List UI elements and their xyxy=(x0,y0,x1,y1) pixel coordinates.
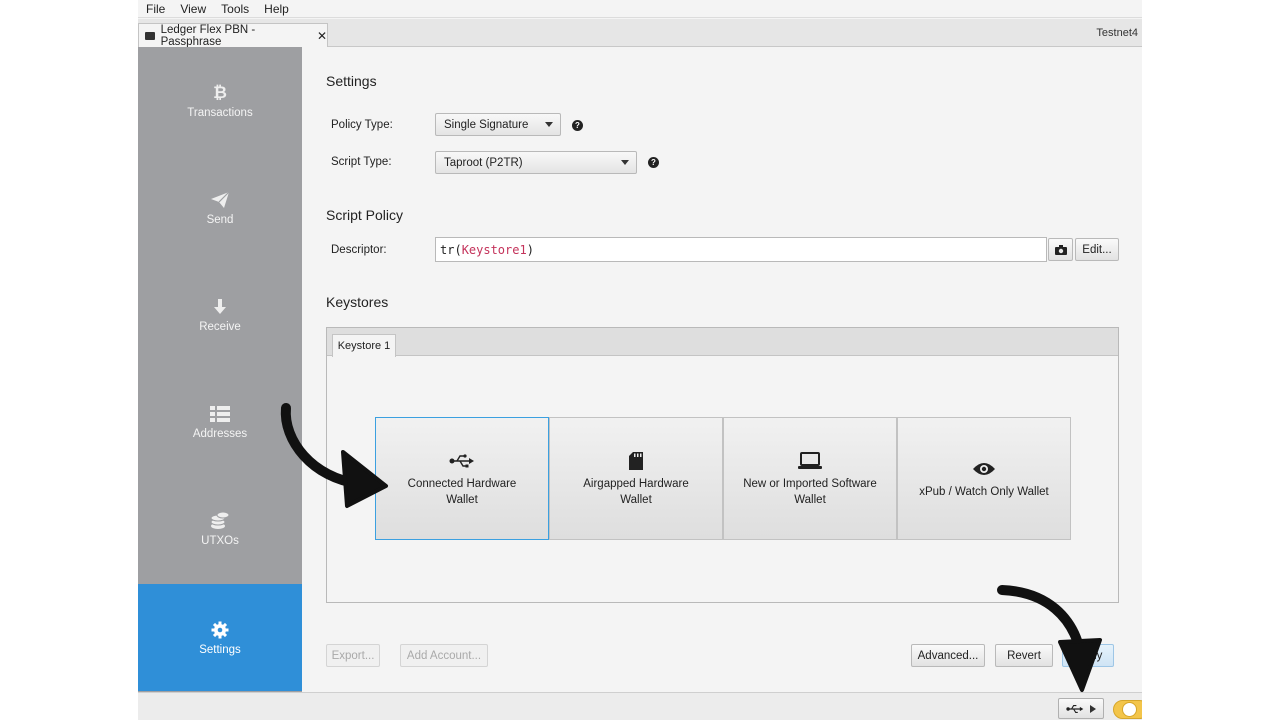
sidebar-item-addresses[interactable]: Addresses xyxy=(138,368,302,475)
policy-type-value: Single Signature xyxy=(444,118,529,131)
wallet-tab-title: Ledger Flex PBN - Passphrase xyxy=(160,23,256,48)
script-policy-heading: Script Policy xyxy=(326,207,404,223)
descriptor-label: Descriptor: xyxy=(331,244,387,256)
sidebar-item-send[interactable]: Send xyxy=(138,154,302,261)
sidebar: ₿ Transactions Send Receive Addresses UT… xyxy=(138,47,302,692)
menu-help[interactable]: Help xyxy=(264,2,289,16)
list-icon xyxy=(210,404,230,424)
connected-hardware-wallet-button[interactable]: Connected Hardware Wallet xyxy=(375,417,549,540)
sidebar-item-label: UTXOs xyxy=(201,534,239,547)
laptop-icon xyxy=(798,450,822,472)
add-account-button[interactable]: Add Account... xyxy=(400,644,488,667)
menu-view[interactable]: View xyxy=(180,2,206,16)
keystore-tab-bar: Keystore 1 xyxy=(327,328,1118,357)
sidebar-item-label: Receive xyxy=(199,320,241,333)
sidebar-item-label: Settings xyxy=(199,643,241,656)
keystores-heading: Keystores xyxy=(326,294,389,310)
status-bar xyxy=(138,692,1142,720)
option-label: New or Imported Software Wallet xyxy=(743,477,877,506)
usb-icon xyxy=(449,450,475,472)
gear-icon xyxy=(211,620,229,640)
wallet-tab-bar: Ledger Flex PBN - Passphrase ✕ Testnet4 xyxy=(138,19,1142,48)
app-window: File View Tools Help Ledger Flex PBN - P… xyxy=(138,0,1142,720)
sidebar-item-settings[interactable]: Settings xyxy=(138,584,302,691)
usb-icon xyxy=(1066,704,1084,713)
arrow-down-icon xyxy=(211,297,229,317)
chevron-down-icon xyxy=(621,160,629,165)
menu-tools[interactable]: Tools xyxy=(221,2,249,16)
descriptor-suffix: ) xyxy=(526,242,534,257)
airgapped-hardware-wallet-button[interactable]: Airgapped Hardware Wallet xyxy=(549,417,723,540)
apply-button[interactable]: Apply xyxy=(1062,644,1114,667)
sidebar-item-label: Send xyxy=(206,213,234,226)
wallet-tab[interactable]: Ledger Flex PBN - Passphrase ✕ xyxy=(138,23,328,48)
camera-icon xyxy=(1054,244,1067,255)
coins-icon xyxy=(210,511,230,531)
script-type-label: Script Type: xyxy=(331,156,392,168)
chevron-down-icon xyxy=(545,122,553,127)
camera-button[interactable] xyxy=(1048,238,1073,261)
hardware-wallet-status-button[interactable] xyxy=(1058,698,1104,719)
sd-card-icon xyxy=(629,450,643,472)
network-label: Testnet4 xyxy=(1096,27,1138,39)
bitcoin-icon: ₿ xyxy=(213,82,227,102)
policy-type-select[interactable]: Single Signature xyxy=(435,113,561,136)
help-icon[interactable]: ? xyxy=(572,120,583,131)
sidebar-item-label: Addresses xyxy=(192,427,248,440)
help-icon[interactable]: ? xyxy=(648,157,659,168)
toggle-knob xyxy=(1122,702,1137,717)
option-label: Airgapped Hardware Wallet xyxy=(583,477,689,506)
option-label: Connected Hardware Wallet xyxy=(407,477,517,506)
sidebar-item-label: Transactions xyxy=(187,106,253,119)
tab-keystore-1[interactable]: Keystore 1 xyxy=(332,334,396,357)
script-type-value: Taproot (P2TR) xyxy=(444,156,523,169)
menu-bar: File View Tools Help xyxy=(138,0,1142,18)
edit-button[interactable]: Edit... xyxy=(1075,238,1119,261)
software-wallet-button[interactable]: New or Imported Software Wallet xyxy=(723,417,897,540)
wallet-icon xyxy=(145,31,155,40)
menu-file[interactable]: File xyxy=(146,2,165,16)
play-icon xyxy=(1090,704,1096,713)
settings-heading: Settings xyxy=(326,73,377,89)
settings-panel: Settings Policy Type: Single Signature ?… xyxy=(302,47,1142,692)
keystore-panel: Keystore 1 Connected Hardware Wallet Air… xyxy=(326,327,1119,603)
export-button[interactable]: Export... xyxy=(326,644,380,667)
sidebar-item-transactions[interactable]: ₿ Transactions xyxy=(138,47,302,154)
policy-type-label: Policy Type: xyxy=(331,119,393,131)
close-icon[interactable]: ✕ xyxy=(317,29,327,43)
sidebar-item-utxos[interactable]: UTXOs xyxy=(138,475,302,582)
sidebar-item-receive[interactable]: Receive xyxy=(138,261,302,368)
descriptor-field[interactable]: tr(Keystore1) xyxy=(435,237,1047,262)
descriptor-prefix: tr( xyxy=(440,242,462,257)
advanced-button[interactable]: Advanced... xyxy=(911,644,985,667)
option-label: xPub / Watch Only Wallet xyxy=(919,485,1049,498)
send-icon xyxy=(210,190,230,210)
script-type-select[interactable]: Taproot (P2TR) xyxy=(435,151,637,174)
revert-button[interactable]: Revert xyxy=(995,644,1053,667)
xpub-watch-only-button[interactable]: xPub / Watch Only Wallet xyxy=(897,417,1071,540)
online-toggle[interactable] xyxy=(1113,700,1142,719)
eye-icon xyxy=(972,458,996,480)
descriptor-keystore: Keystore1 xyxy=(461,242,527,257)
